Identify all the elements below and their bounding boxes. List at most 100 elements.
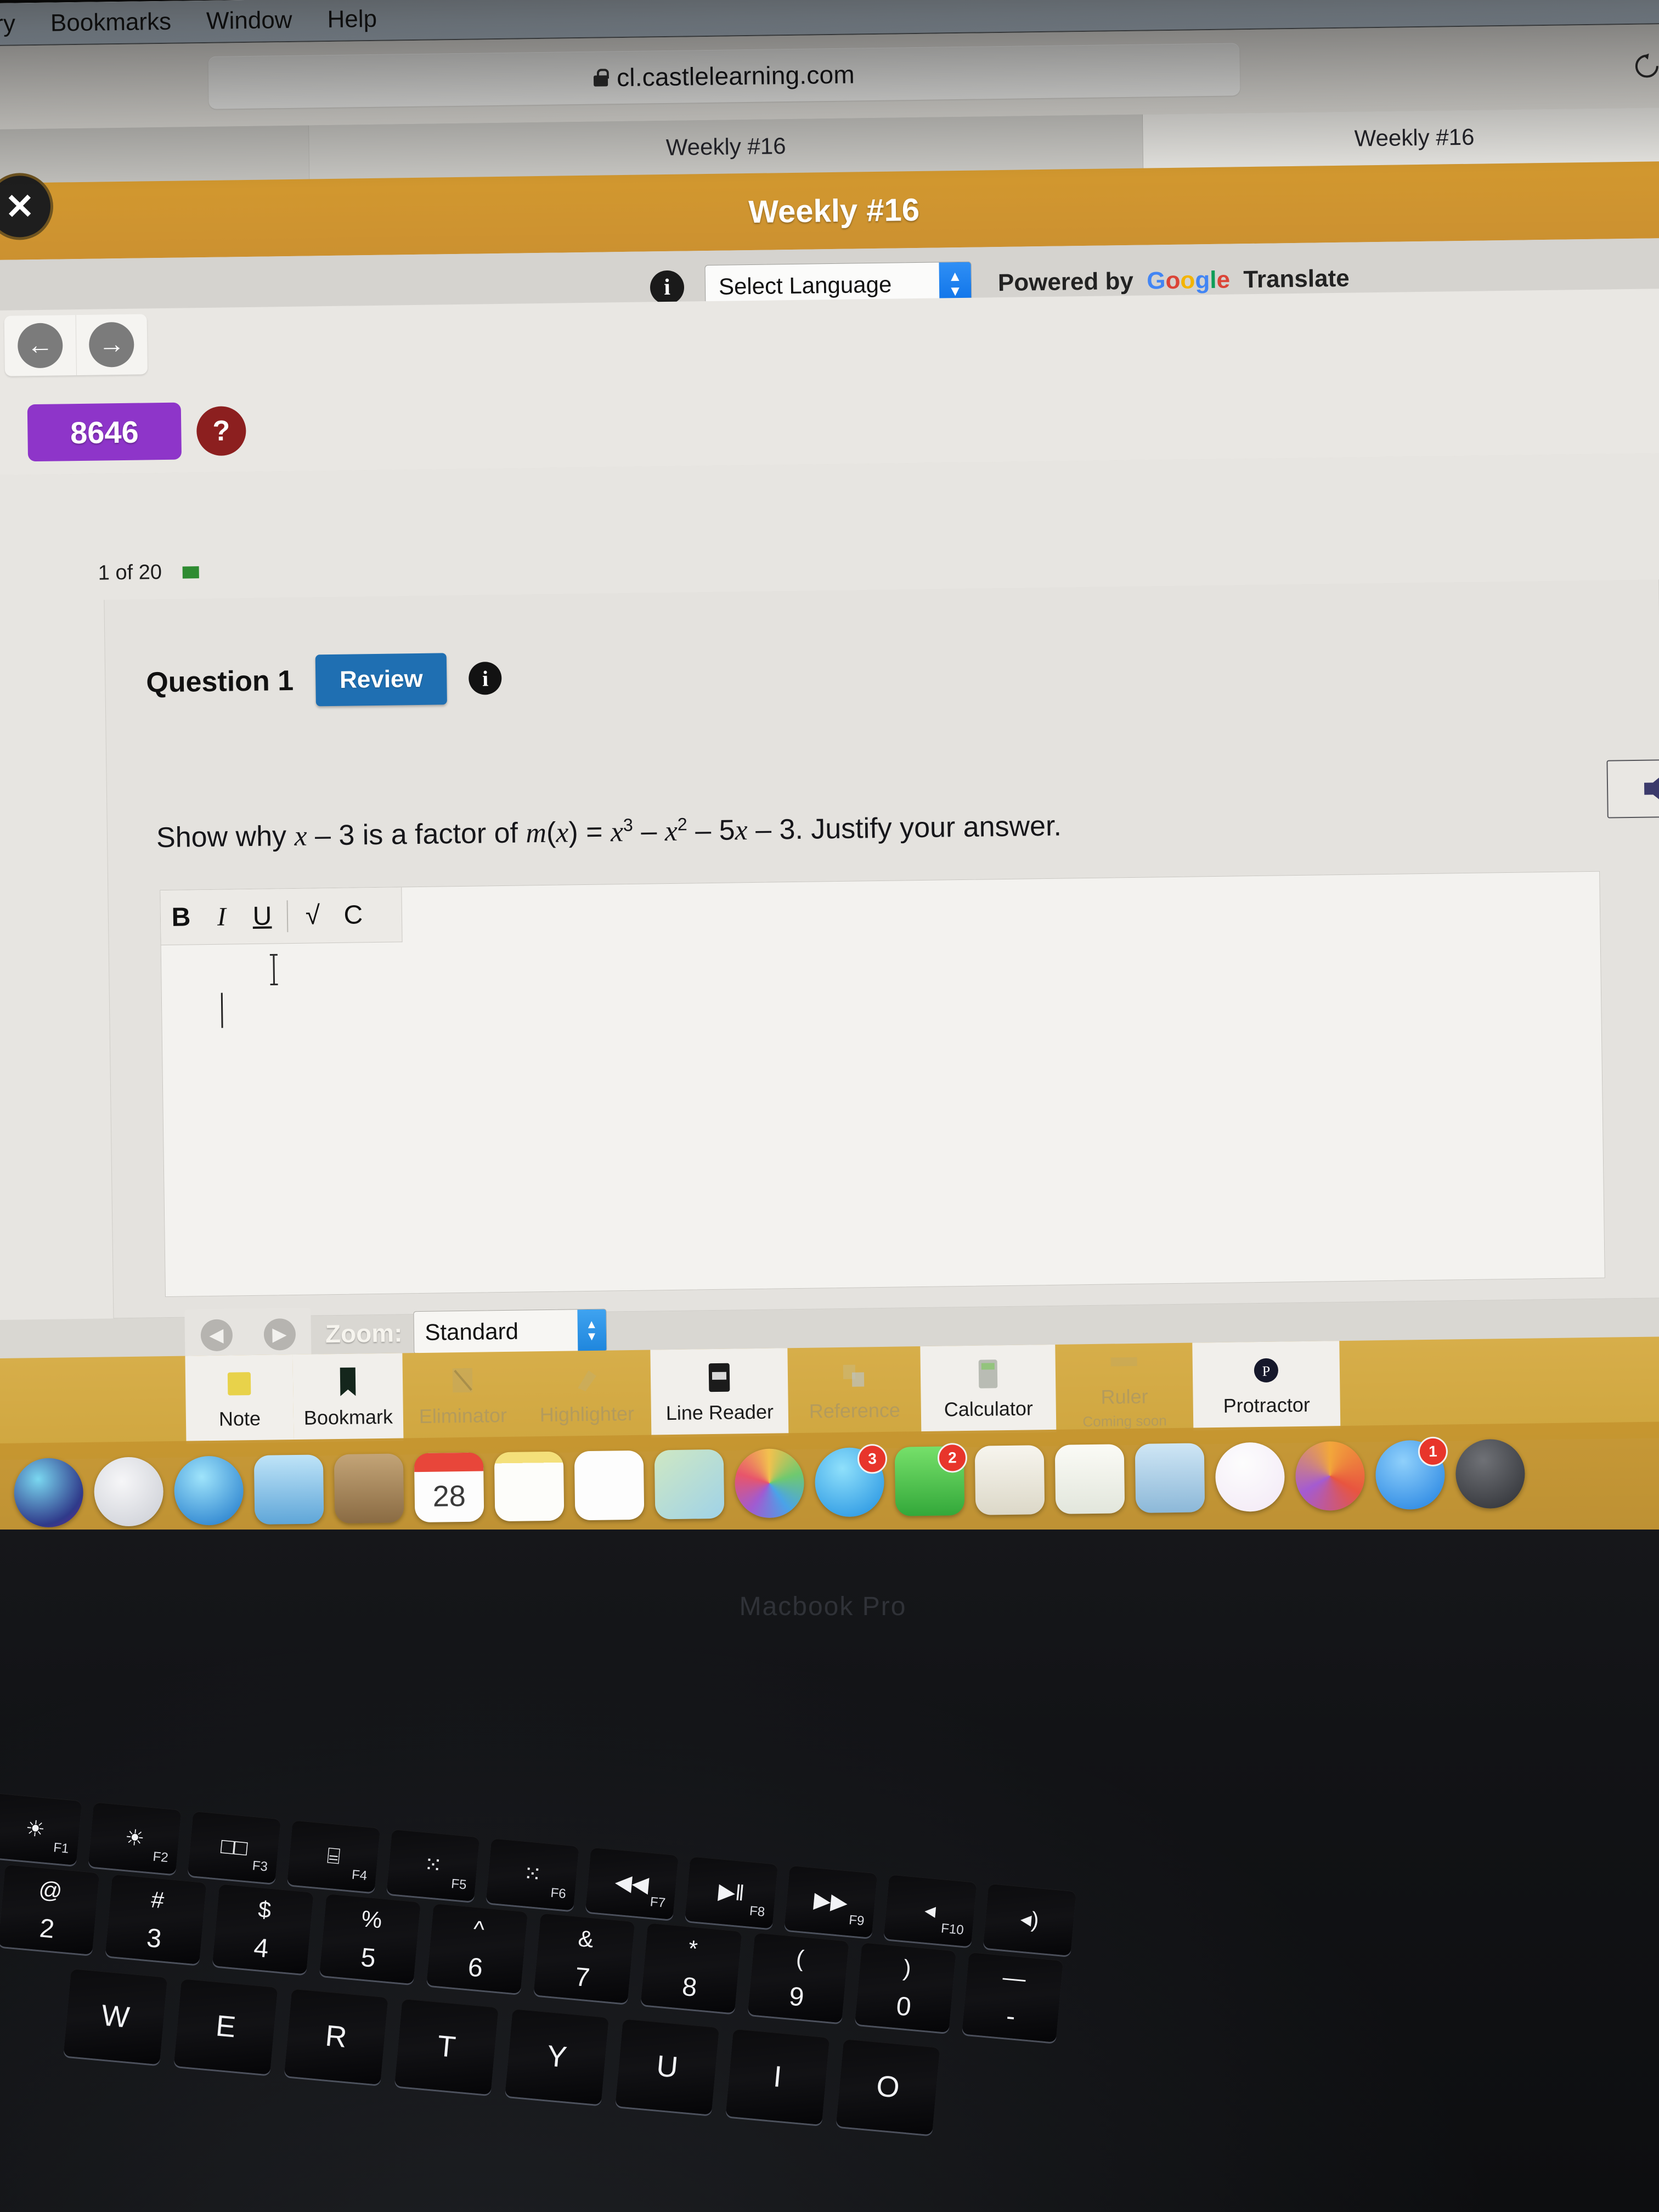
dock-icon-calendar[interactable]: 28 [414,1452,484,1523]
italic-button[interactable]: I [201,901,242,932]
dock-icon-itunes[interactable] [1215,1442,1285,1513]
key-5[interactable]: % 5 [319,1893,421,1984]
read-aloud-button[interactable] [1606,759,1659,819]
tool-reference[interactable]: Reference [787,1346,921,1436]
protractor-icon: P [1251,1354,1282,1386]
key-u[interactable]: U [615,2018,720,2115]
answer-editor[interactable]: B I U √ C [160,871,1605,1297]
dock-icon-launchpad[interactable] [93,1457,164,1527]
dock-icon-safari[interactable] [173,1455,244,1526]
key-f8[interactable]: ▶‖ F8 [685,1856,778,1929]
language-select-value: Select Language [718,271,892,300]
dock-icon-messages[interactable]: 3 [814,1443,888,1517]
prompt-part-6: – 5 [687,814,735,847]
tab-weekly-16-active[interactable]: Weekly #16 [1142,107,1659,168]
tool-protractor[interactable]: P Protractor [1192,1341,1341,1431]
key-4[interactable]: $ 4 [212,1883,314,1974]
tool-calculator[interactable]: Calculator [920,1344,1057,1435]
key-glyph: 8 [681,1972,698,2003]
dock-icon-pages[interactable] [974,1445,1045,1515]
prompt-var-x3: x [610,816,624,848]
score-badge[interactable]: 8646 [27,402,182,462]
menubar-item-help[interactable]: Help [327,5,377,33]
reload-icon[interactable] [1633,52,1659,81]
next-question-button[interactable]: → [75,314,148,376]
key-f9[interactable]: ▶▶ F9 [784,1865,878,1938]
key-shift-glyph: # [150,1886,166,1914]
dock-icon-facetime[interactable]: 2 [894,1442,968,1516]
arrow-left-icon: ← [17,323,63,369]
tool-label: Ruler [1101,1385,1148,1408]
key-8[interactable]: * 8 [640,1922,742,2013]
tool-note[interactable]: Note [185,1355,294,1444]
key-e[interactable]: E [173,1978,278,2075]
key-f2[interactable]: ☀ F2 [88,1802,182,1875]
key-f5[interactable]: ⁙ F5 [386,1829,480,1901]
key-fn-label: F3 [251,1858,269,1875]
tool-highlighter[interactable]: Highlighter [522,1350,651,1440]
key-i[interactable]: I [725,2028,830,2125]
key-fn-label: F4 [351,1867,368,1884]
close-icon[interactable]: ✕ [0,172,54,241]
dock-icon-settings[interactable] [1455,1438,1526,1509]
tool-line-reader[interactable]: Line Reader [650,1348,789,1438]
key-f6[interactable]: ⁙ F6 [486,1838,579,1911]
question-header-row: Question 1 Review i [146,652,503,708]
zoom-next-button[interactable]: ▶ [247,1308,311,1361]
dock-icon-mail[interactable] [253,1454,324,1525]
key-minus[interactable]: — - [962,1951,1064,2042]
special-char-button[interactable]: C [333,900,374,930]
key-f10[interactable]: ◂ F10 [883,1874,977,1947]
dock-icon-notes[interactable] [494,1451,565,1522]
key-f4[interactable]: ⌸ F4 [287,1820,381,1893]
key-glyph: ▶‖ [717,1879,746,1906]
address-bar[interactable]: cl.castlelearning.com [208,43,1240,109]
key-3[interactable]: # 3 [105,1874,207,1965]
dock-icon-photos[interactable] [734,1448,805,1519]
dock-icon-finder[interactable] [13,1458,84,1528]
menubar-item-history[interactable]: story [0,10,15,38]
menubar-item-bookmarks[interactable]: Bookmarks [50,8,172,37]
dock-icon-maps[interactable] [654,1449,725,1520]
help-button[interactable]: ? [196,406,246,456]
dock-icon-appstore[interactable]: 1 [1375,1436,1448,1510]
dock-icon-reminders[interactable] [574,1450,645,1521]
key-f3[interactable]: □□ F3 [187,1810,281,1884]
tool-bookmark[interactable]: Bookmark [292,1353,404,1443]
key-shift-glyph: — [1001,1963,1027,1992]
key-6[interactable]: ^ 6 [426,1903,528,1994]
review-button[interactable]: Review [315,653,448,707]
zoom-chevron-updown-icon[interactable]: ▲ ▼ [577,1309,606,1352]
zoom-prev-button[interactable]: ◀ [184,1308,248,1362]
key-9[interactable]: ( 9 [747,1932,849,2023]
text-caret [221,992,223,1028]
bold-button[interactable]: B [161,902,202,933]
previous-question-button[interactable]: ← [4,315,76,376]
tool-eliminator[interactable]: Eliminator [402,1352,523,1441]
question-info-icon[interactable]: i [469,661,503,695]
zoom-select-value: Standard [425,1318,519,1345]
info-icon[interactable]: i [650,270,685,305]
key-w[interactable]: W [63,1968,168,2065]
underline-button[interactable]: U [242,901,283,932]
sqrt-button[interactable]: √ [292,900,334,931]
menubar-item-window[interactable]: Window [206,7,292,35]
key-y[interactable]: Y [505,2008,609,2105]
key-f11[interactable]: ◂) [983,1883,1076,1956]
zoom-select[interactable]: Standard ▲ ▼ [413,1308,607,1355]
key-0[interactable]: ) 0 [854,1942,956,2033]
key-t[interactable]: T [394,1998,499,2095]
key-f1[interactable]: ☀ F1 [0,1793,82,1866]
translate-word: Translate [1243,264,1350,294]
key-o[interactable]: O [836,2039,940,2135]
tab-0[interactable] [0,125,310,184]
tool-ruler[interactable]: Ruler Coming soon [1055,1343,1193,1432]
key-f7[interactable]: ◀◀ F7 [585,1847,679,1920]
key-2[interactable]: @ 2 [0,1864,100,1955]
dock-icon-ibooks[interactable] [1295,1441,1365,1511]
dock-icon-contacts[interactable] [334,1453,404,1524]
dock-icon-keynote[interactable] [1135,1443,1205,1513]
key-r[interactable]: R [284,1988,388,2085]
dock-icon-numbers[interactable] [1054,1444,1125,1514]
key-7[interactable]: & 7 [533,1912,635,2004]
